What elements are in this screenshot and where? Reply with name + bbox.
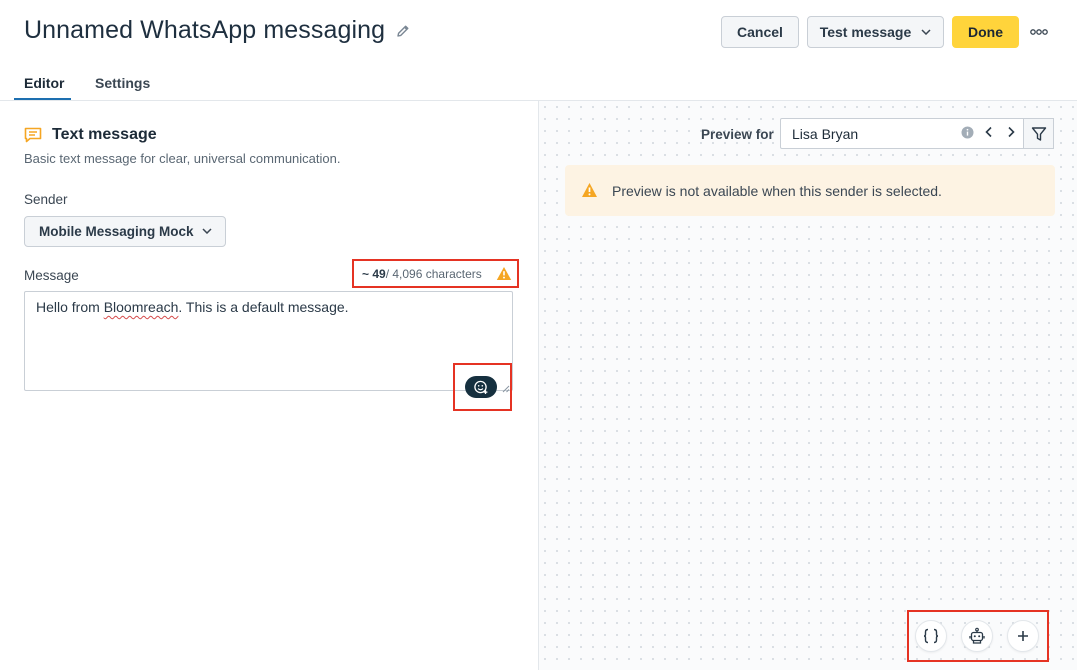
sender-dropdown[interactable]: Mobile Messaging Mock bbox=[24, 216, 226, 247]
test-message-label: Test message bbox=[819, 24, 912, 40]
preview-panel: Preview for Lisa Bryan Preview is not av… bbox=[538, 101, 1077, 670]
robot-icon bbox=[968, 627, 986, 645]
warning-icon bbox=[496, 266, 512, 281]
test-message-button[interactable]: Test message bbox=[807, 16, 944, 48]
header: Unnamed WhatsApp messaging Cancel Test m… bbox=[0, 0, 1077, 64]
filter-icon bbox=[1031, 126, 1047, 142]
preview-unavailable-alert: Preview is not available when this sende… bbox=[565, 165, 1055, 216]
plus-icon bbox=[1016, 629, 1030, 643]
message-text-start: Hello from bbox=[36, 299, 104, 315]
sender-label: Sender bbox=[24, 192, 68, 207]
character-counter: ~ 49 / 4,096 characters bbox=[352, 259, 519, 288]
message-textarea[interactable]: Hello from Bloomreach. This is a default… bbox=[24, 291, 513, 393]
emoji-add-icon bbox=[473, 379, 489, 395]
message-text-end: . This is a default message. bbox=[178, 299, 349, 315]
cancel-button[interactable]: Cancel bbox=[721, 16, 799, 48]
chevron-left-icon[interactable] bbox=[983, 125, 995, 139]
character-count-value: ~ 49 bbox=[362, 266, 386, 281]
info-icon[interactable] bbox=[961, 126, 974, 139]
message-label: Message bbox=[24, 268, 79, 283]
chevron-down-icon bbox=[921, 29, 931, 35]
chevron-right-icon[interactable] bbox=[1005, 125, 1017, 139]
preview-customer-name: Lisa Bryan bbox=[792, 125, 859, 142]
ai-assistant-button[interactable] bbox=[961, 620, 993, 652]
done-button[interactable]: Done bbox=[952, 16, 1019, 48]
add-button[interactable] bbox=[1007, 620, 1039, 652]
page-title: Unnamed WhatsApp messaging bbox=[24, 16, 411, 45]
active-tab-indicator bbox=[14, 98, 71, 100]
chevron-down-icon bbox=[202, 228, 212, 234]
warning-icon bbox=[581, 182, 598, 198]
sender-value: Mobile Messaging Mock bbox=[39, 224, 194, 239]
character-count-limit: / 4,096 characters bbox=[385, 266, 482, 281]
page-title-text: Unnamed WhatsApp messaging bbox=[24, 16, 386, 44]
emoji-add-button[interactable] bbox=[465, 376, 497, 398]
text-message-icon bbox=[24, 127, 42, 143]
editor-panel: Text message Basic text message for clea… bbox=[0, 101, 538, 670]
preview-for-label: Preview for bbox=[701, 127, 774, 142]
tab-editor[interactable]: Editor bbox=[24, 75, 64, 91]
tab-settings[interactable]: Settings bbox=[95, 75, 150, 91]
filter-button[interactable] bbox=[1023, 118, 1054, 149]
preview-alert-text: Preview is not available when this sende… bbox=[612, 182, 942, 199]
braces-icon bbox=[922, 627, 940, 645]
more-icon[interactable] bbox=[1029, 24, 1049, 40]
pencil-icon[interactable] bbox=[395, 23, 411, 39]
message-type-title: Text message bbox=[52, 126, 157, 143]
tab-bar: Editor Settings bbox=[0, 64, 1077, 101]
message-type-description: Basic text message for clear, universal … bbox=[24, 151, 341, 166]
misspelled-word: Bloomreach bbox=[103, 299, 179, 315]
personalization-button[interactable] bbox=[915, 620, 947, 652]
